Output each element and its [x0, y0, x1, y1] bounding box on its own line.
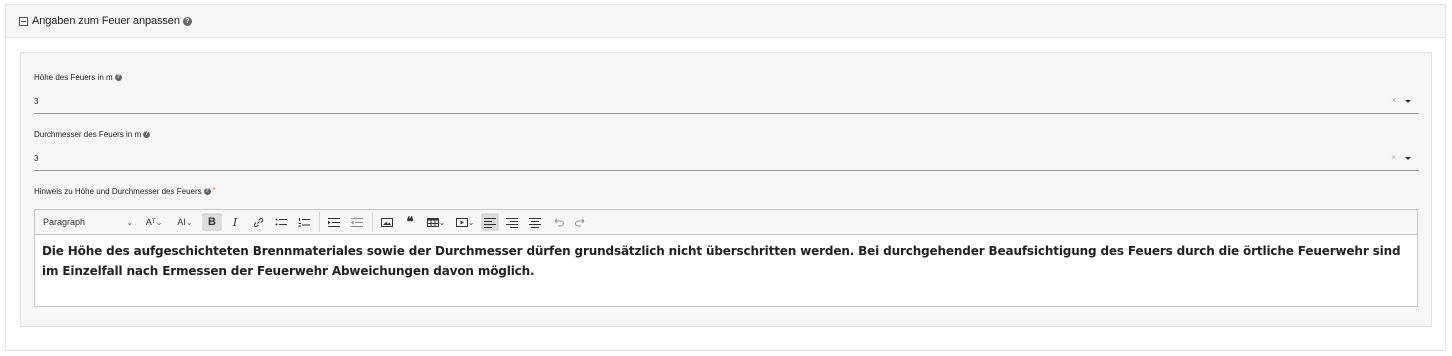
fields-container: Höhe des Feuers in m? 3 × Durchmesser de… [20, 52, 1432, 327]
block-quote-button[interactable]: ❝ [400, 213, 420, 231]
insert-media-dropdown[interactable]: ⌄ [452, 213, 478, 231]
link-button[interactable] [248, 213, 268, 231]
diameter-select-value[interactable]: 3 [34, 154, 38, 163]
link-icon [253, 217, 263, 227]
diameter-field-underline [34, 170, 1419, 171]
required-marker: * [212, 187, 216, 194]
height-select-value[interactable]: 3 [34, 97, 38, 106]
align-right-icon [506, 217, 518, 228]
bold-button[interactable]: B [202, 213, 222, 231]
rich-text-editor: Paragraph ⌄ Aᵀ ⌄ AI ⌄ B I ❝ ⌄ ⌄ Die Höhe… [34, 209, 1418, 307]
bulleted-list-icon [275, 218, 287, 225]
undo-icon [554, 218, 564, 226]
section-title: Angaben zum Feuer anpassen [32, 15, 180, 27]
chevron-down-icon: ⌄ [126, 217, 133, 227]
paragraph-format-dropdown[interactable]: Paragraph ⌄ [41, 213, 137, 231]
help-icon[interactable]: ? [203, 188, 211, 196]
image-icon [381, 217, 393, 227]
height-field-underline [34, 113, 1419, 114]
diameter-field-label: Durchmesser des Feuers in m? [34, 130, 151, 139]
chevron-down-icon: ⌄ [155, 217, 163, 227]
help-icon[interactable]: ? [114, 74, 122, 82]
align-center-button[interactable] [525, 213, 545, 231]
font-family-dropdown[interactable]: AI ⌄ [171, 213, 199, 231]
clear-icon[interactable]: × [1391, 152, 1396, 162]
outdent-button[interactable] [347, 213, 367, 231]
height-label-text: Höhe des Feuers in m [34, 73, 113, 82]
indent-icon [328, 217, 340, 227]
numbered-list-icon [298, 217, 310, 226]
paragraph-format-label: Paragraph [43, 217, 86, 227]
align-left-icon [484, 217, 496, 228]
redo-button[interactable] [571, 213, 591, 231]
align-left-button[interactable] [481, 213, 499, 231]
font-size-icon: Aᵀ [145, 217, 156, 227]
chevron-down-icon: ⌄ [467, 217, 475, 227]
section-header[interactable]: Angaben zum Feuer anpassen ? [6, 5, 1445, 38]
font-family-icon: AI [177, 217, 186, 227]
bulleted-list-button[interactable] [271, 213, 291, 231]
outdent-icon [351, 217, 363, 227]
help-icon[interactable]: ? [182, 16, 192, 26]
numbered-list-button[interactable] [294, 213, 314, 231]
diameter-label-text: Durchmesser des Feuers in m [34, 130, 142, 139]
fire-details-panel: Angaben zum Feuer anpassen ? Höhe des Fe… [5, 4, 1446, 351]
align-center-icon [529, 217, 541, 228]
undo-button[interactable] [548, 213, 568, 231]
dropdown-caret-icon[interactable] [1405, 100, 1411, 103]
redo-icon [575, 218, 585, 226]
table-icon [426, 217, 439, 227]
indent-button[interactable] [324, 213, 344, 231]
insert-table-dropdown[interactable]: ⌄ [423, 213, 449, 231]
insert-image-button[interactable] [377, 213, 397, 231]
toolbar-separator [319, 212, 320, 232]
toolbar-separator [372, 212, 373, 232]
editor-toolbar: Paragraph ⌄ Aᵀ ⌄ AI ⌄ B I ❝ ⌄ ⌄ [35, 210, 1417, 235]
media-icon [455, 217, 468, 227]
font-size-dropdown[interactable]: Aᵀ ⌄ [140, 213, 168, 231]
chevron-down-icon: ⌄ [438, 217, 446, 227]
editor-content[interactable]: Die Höhe des aufgeschichteten Brennmater… [35, 235, 1417, 287]
align-right-button[interactable] [502, 213, 522, 231]
collapse-icon[interactable] [19, 17, 28, 26]
chevron-down-icon: ⌄ [185, 217, 193, 227]
italic-button[interactable]: I [225, 213, 245, 231]
hint-field-label: Hinweis zu Höhe und Durchmesser des Feue… [34, 187, 215, 196]
dropdown-caret-icon[interactable] [1405, 157, 1411, 160]
quote-icon: ❝ [406, 214, 414, 229]
hint-label-text: Hinweis zu Höhe und Durchmesser des Feue… [34, 187, 202, 196]
height-field-label: Höhe des Feuers in m? [34, 73, 122, 82]
help-icon[interactable]: ? [143, 131, 151, 139]
clear-icon[interactable]: × [1391, 95, 1396, 105]
